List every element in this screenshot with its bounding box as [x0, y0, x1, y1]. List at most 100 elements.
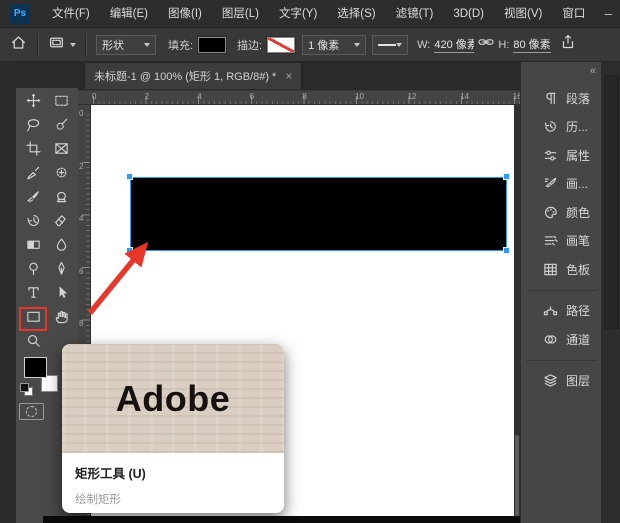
type-icon [26, 285, 41, 305]
ruler-number: 8 [302, 92, 307, 101]
shape-layer-rectangle[interactable] [130, 177, 507, 251]
chevron-down-icon [354, 42, 361, 47]
zoom-tool[interactable] [19, 331, 47, 355]
stroke-label: 描边: [237, 39, 263, 52]
move-icon [25, 93, 41, 113]
panel-tab-label: 图层 [566, 374, 591, 389]
panel-tab-paragraph[interactable]: 段落 [521, 84, 602, 113]
panel-tab-color[interactable]: 颜色 [521, 198, 602, 227]
tool-preset-picker[interactable] [48, 34, 76, 56]
fill-color-swatch[interactable] [197, 35, 228, 54]
lasso-tool[interactable] [19, 115, 47, 139]
panel-tab-label: 段落 [566, 91, 591, 106]
dodge-tool[interactable] [19, 259, 47, 283]
link-dimensions-icon[interactable] [478, 34, 494, 55]
blur-tool[interactable] [47, 235, 75, 259]
divider [85, 33, 87, 56]
spot-healing-brush-tool[interactable] [47, 163, 75, 187]
foreground-color-swatch[interactable] [24, 357, 47, 378]
selection-handle[interactable] [126, 173, 133, 180]
path-select-icon [54, 285, 69, 305]
swatches-icon [542, 262, 559, 277]
panel-tab-layers[interactable]: 图层 [521, 367, 602, 396]
panel-tab-properties[interactable]: 属性 [521, 141, 602, 170]
panel-tab-history[interactable]: 历... [521, 113, 602, 142]
move-tool[interactable] [19, 91, 47, 115]
menu-item[interactable]: 图像(I) [158, 0, 212, 28]
menu-item[interactable]: 滤镜(T) [386, 0, 444, 28]
height-input[interactable]: 80 像素 [513, 36, 551, 53]
frame-tool[interactable] [47, 139, 75, 163]
panel-tab-label: 通道 [566, 332, 591, 347]
gradient-tool[interactable] [19, 235, 47, 259]
collapse-panel-icon[interactable]: « [590, 66, 596, 77]
chevron-down-icon [144, 42, 150, 47]
brush-tool[interactable] [19, 187, 47, 211]
export-icon[interactable] [560, 34, 576, 55]
menu-item[interactable]: 编辑(E) [100, 0, 158, 28]
paragraph-icon [542, 91, 559, 106]
panel-tab-label: 历... [566, 120, 589, 135]
menu-item[interactable]: 窗口 [552, 0, 595, 28]
width-input[interactable]: 420 像素 [434, 36, 475, 53]
menu-item[interactable]: 视图(V) [494, 0, 552, 28]
scrollbar-thumb[interactable] [515, 435, 519, 523]
menu-item[interactable]: 图层(L) [212, 0, 269, 28]
shape-mode-select[interactable]: 形状 [96, 34, 156, 55]
default-colors-icon[interactable] [20, 383, 33, 396]
menu-bar: 文件(F) 编辑(E) 图像(I) 图层(L) 文字(Y) 选择(S) 滤镜(T) 3D(D)… [42, 0, 595, 28]
rectangle-tool[interactable] [19, 307, 47, 331]
tool-preset-icon [48, 34, 65, 56]
minimize-icon[interactable]: – [595, 4, 620, 24]
tooltip-description: 绘制矩形 [75, 494, 121, 506]
tab-close-icon[interactable]: × [285, 70, 292, 82]
ruler-number: 0 [92, 92, 97, 101]
pen-tool[interactable] [47, 259, 75, 283]
stroke-color-swatch[interactable] [266, 35, 297, 54]
panel-tab-brush-settings[interactable]: 画... [521, 170, 602, 199]
gradient-icon [26, 237, 41, 257]
line-style-icon [378, 43, 397, 46]
panel-tab-channels[interactable]: 通道 [521, 325, 602, 354]
bottom-strip [43, 516, 520, 523]
selection-handle[interactable] [503, 247, 510, 254]
history-brush-icon [26, 213, 41, 233]
panel-tab-brushes[interactable]: 画笔 [521, 227, 602, 256]
stroke-style-select[interactable] [372, 34, 409, 55]
menu-item[interactable]: 选择(S) [327, 0, 385, 28]
stroke-width-select[interactable]: 1 像素 [302, 34, 367, 55]
eraser-tool[interactable] [47, 211, 75, 235]
document-tab[interactable]: 未标题-1 @ 100% (矩形 1, RGB/8#) * × [84, 63, 303, 89]
rectangular-marquee-tool[interactable] [47, 91, 75, 115]
quick-selection-tool[interactable] [47, 115, 75, 139]
collapsed-panel-strip [601, 62, 620, 523]
panel-tab-swatches[interactable]: 色板 [521, 255, 602, 284]
height-label: H: [498, 38, 510, 51]
color-icon [542, 205, 559, 220]
options-bar: 形状 填充: 描边: 1 像素 W: 420 像素 H: 80 像素 [0, 28, 620, 80]
ruler-number: 4 [79, 214, 84, 224]
panel-tab-label: 画... [566, 177, 589, 192]
type-tool[interactable] [19, 283, 47, 307]
menu-item[interactable]: 3D(D) [443, 0, 494, 28]
eyedropper-tool[interactable] [19, 163, 47, 187]
tooltip-preview-image: Adobe [62, 344, 284, 453]
chevron-down-icon [70, 42, 76, 47]
quick-mask-icon[interactable] [19, 403, 44, 420]
panel-tab-paths[interactable]: 路径 [521, 297, 602, 326]
frame-icon [54, 141, 69, 161]
marquee-icon [54, 93, 69, 113]
rectangle-icon [26, 309, 41, 329]
selection-handle[interactable] [503, 173, 510, 180]
clone-stamp-tool[interactable] [47, 187, 75, 211]
home-icon[interactable] [10, 34, 27, 56]
menu-item[interactable]: 文字(Y) [269, 0, 327, 28]
path-selection-tool[interactable] [47, 283, 75, 307]
crop-tool[interactable] [19, 139, 47, 163]
left-edge-strip [0, 62, 16, 523]
history-brush-tool[interactable] [19, 211, 47, 235]
width-label: W: [417, 38, 431, 51]
hand-tool[interactable] [47, 307, 75, 331]
menu-item[interactable]: 文件(F) [42, 0, 100, 28]
tooltip-info: 矩形工具 (U) 绘制矩形 [62, 453, 284, 507]
